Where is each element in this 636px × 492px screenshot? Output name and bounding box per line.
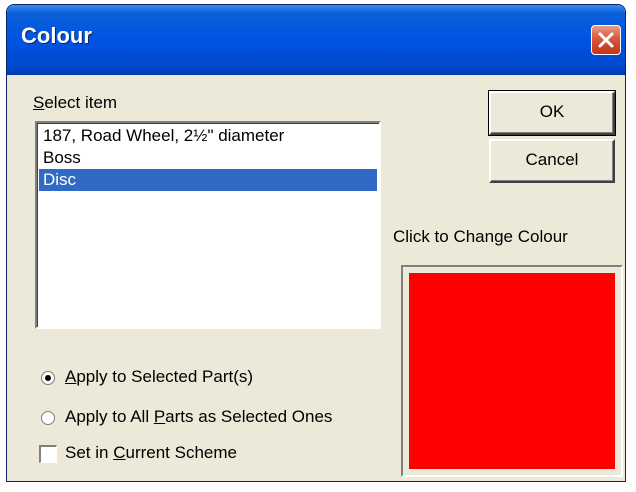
list-item-selected[interactable]: Disc xyxy=(39,169,377,191)
apply-selected-label[interactable]: Apply to Selected Part(s) xyxy=(65,367,253,387)
list-item[interactable]: 187, Road Wheel, 2½" diameter xyxy=(39,125,377,147)
list-item[interactable]: Boss xyxy=(39,147,377,169)
close-button[interactable] xyxy=(591,25,621,55)
title-bar[interactable]: Colour xyxy=(7,5,625,75)
set-scheme-checkbox[interactable] xyxy=(39,445,57,463)
change-colour-label: Click to Change Colour xyxy=(393,227,568,246)
apply-all-radio[interactable] xyxy=(41,411,55,425)
window-title: Colour xyxy=(21,23,92,48)
set-scheme-label[interactable]: Set in Current Scheme xyxy=(65,443,237,463)
close-icon xyxy=(598,32,614,48)
cancel-button[interactable]: Cancel xyxy=(489,139,615,183)
apply-selected-radio[interactable] xyxy=(41,371,55,385)
colour-swatch-fill[interactable] xyxy=(409,273,615,469)
ok-button[interactable]: OK xyxy=(488,90,616,136)
radio-selected-dot xyxy=(45,375,51,381)
item-listbox[interactable]: 187, Road Wheel, 2½" diameter Boss Disc xyxy=(35,121,381,329)
apply-all-label[interactable]: Apply to All Parts as Selected Ones xyxy=(65,407,332,427)
colour-swatch[interactable] xyxy=(401,265,623,477)
select-item-label: Select item xyxy=(33,93,118,112)
colour-dialog: Colour Select item 187, Road Wheel, 2½" … xyxy=(6,4,626,482)
